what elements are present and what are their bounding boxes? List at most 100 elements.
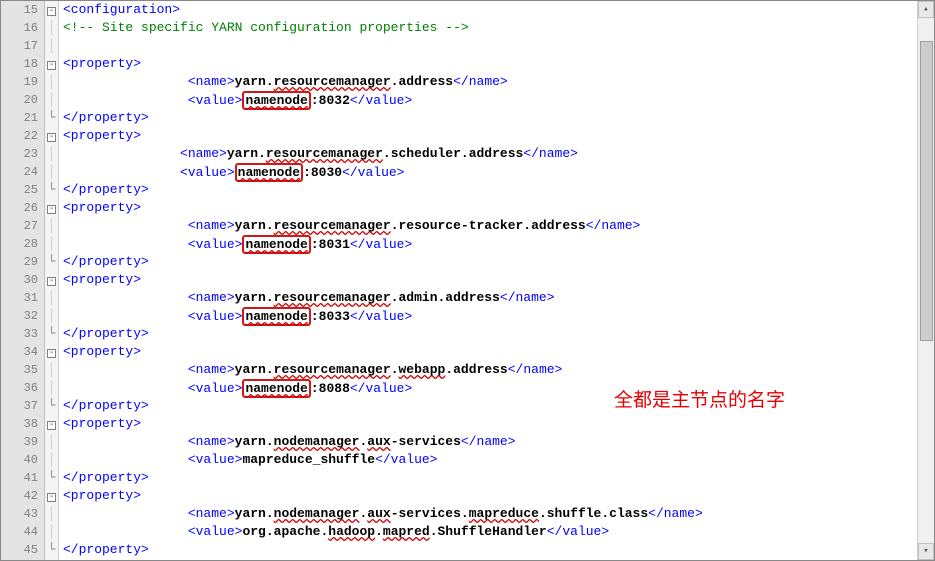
code-line[interactable] xyxy=(63,37,917,55)
fold-marker[interactable]: - xyxy=(45,199,58,217)
code-line[interactable]: <!-- Site specific YARN configuration pr… xyxy=(63,19,917,37)
vertical-scrollbar[interactable]: ▴ ▾ xyxy=(917,1,934,560)
fold-marker[interactable]: │ xyxy=(45,235,58,253)
line-number: 19 xyxy=(1,73,44,91)
code-line[interactable]: <value>namenode:8032</value> xyxy=(63,91,917,109)
scroll-down-button[interactable]: ▾ xyxy=(918,543,934,560)
fold-marker[interactable]: │ xyxy=(45,523,58,541)
line-number: 39 xyxy=(1,433,44,451)
fold-marker[interactable]: └ xyxy=(45,181,58,199)
code-line[interactable]: <value>namenode:8031</value> xyxy=(63,235,917,253)
scroll-up-button[interactable]: ▴ xyxy=(918,1,934,18)
fold-marker[interactable]: └ xyxy=(45,469,58,487)
fold-marker[interactable]: └ xyxy=(45,541,58,559)
code-line[interactable]: <property> xyxy=(63,343,917,361)
line-number: 21 xyxy=(1,109,44,127)
fold-marker[interactable]: │ xyxy=(45,379,58,397)
code-line[interactable]: <property> xyxy=(63,199,917,217)
line-number: 28 xyxy=(1,235,44,253)
fold-marker[interactable]: │ xyxy=(45,163,58,181)
fold-marker[interactable]: │ xyxy=(45,37,58,55)
code-line[interactable]: <value>namenode:8033</value> xyxy=(63,307,917,325)
line-number: 22 xyxy=(1,127,44,145)
line-number-gutter: 1516171819202122232425262728293031323334… xyxy=(1,1,45,560)
annotation-text: 全都是主节点的名字 xyxy=(614,385,785,412)
fold-marker[interactable]: │ xyxy=(45,433,58,451)
code-line[interactable]: </property> xyxy=(63,181,917,199)
line-number: 35 xyxy=(1,361,44,379)
line-number: 36 xyxy=(1,379,44,397)
code-area[interactable]: <configuration><!-- Site specific YARN c… xyxy=(59,1,917,560)
fold-marker[interactable]: └ xyxy=(45,109,58,127)
code-line[interactable]: </property> xyxy=(63,253,917,271)
code-line[interactable]: <name>yarn.resourcemanager.address</name… xyxy=(63,73,917,91)
code-line[interactable]: <name>yarn.resourcemanager.scheduler.add… xyxy=(63,145,917,163)
code-line[interactable]: </property> xyxy=(63,541,917,559)
fold-marker[interactable]: │ xyxy=(45,19,58,37)
line-number: 20 xyxy=(1,91,44,109)
fold-marker[interactable]: └ xyxy=(45,325,58,343)
fold-marker[interactable]: - xyxy=(45,415,58,433)
code-line[interactable]: </property> xyxy=(63,469,917,487)
code-line[interactable]: <name>yarn.resourcemanager.resource-trac… xyxy=(63,217,917,235)
fold-marker[interactable]: └ xyxy=(45,253,58,271)
code-line[interactable]: <value>namenode:8030</value> xyxy=(63,163,917,181)
line-number: 44 xyxy=(1,523,44,541)
fold-marker[interactable]: - xyxy=(45,127,58,145)
fold-marker[interactable]: - xyxy=(45,55,58,73)
code-line[interactable]: <configuration> xyxy=(63,1,917,19)
line-number: 18 xyxy=(1,55,44,73)
fold-marker[interactable]: │ xyxy=(45,505,58,523)
fold-marker[interactable]: - xyxy=(45,487,58,505)
line-number: 26 xyxy=(1,199,44,217)
code-line[interactable]: <name>yarn.nodemanager.aux-services</nam… xyxy=(63,433,917,451)
fold-marker[interactable]: - xyxy=(45,1,58,19)
code-line[interactable]: <property> xyxy=(63,271,917,289)
code-line[interactable]: <value>mapreduce_shuffle</value> xyxy=(63,451,917,469)
line-number: 42 xyxy=(1,487,44,505)
code-line[interactable]: <property> xyxy=(63,415,917,433)
line-number: 34 xyxy=(1,343,44,361)
code-line[interactable]: <name>yarn.resourcemanager.admin.address… xyxy=(63,289,917,307)
line-number: 24 xyxy=(1,163,44,181)
line-number: 16 xyxy=(1,19,44,37)
fold-marker[interactable]: │ xyxy=(45,217,58,235)
line-number: 27 xyxy=(1,217,44,235)
fold-marker[interactable]: - xyxy=(45,271,58,289)
code-line[interactable]: </property> xyxy=(63,397,917,415)
line-number: 33 xyxy=(1,325,44,343)
code-line[interactable]: <property> xyxy=(63,55,917,73)
line-number: 30 xyxy=(1,271,44,289)
fold-marker[interactable]: │ xyxy=(45,73,58,91)
fold-marker[interactable]: │ xyxy=(45,451,58,469)
code-line[interactable]: <value>namenode:8088</value> xyxy=(63,379,917,397)
line-number: 32 xyxy=(1,307,44,325)
code-line[interactable]: <name>yarn.nodemanager.aux-services.mapr… xyxy=(63,505,917,523)
fold-marker[interactable]: │ xyxy=(45,145,58,163)
line-number: 25 xyxy=(1,181,44,199)
fold-marker[interactable]: │ xyxy=(45,91,58,109)
code-line[interactable]: <name>yarn.resourcemanager.webapp.addres… xyxy=(63,361,917,379)
fold-marker[interactable]: │ xyxy=(45,361,58,379)
line-number: 38 xyxy=(1,415,44,433)
code-line[interactable]: </property> xyxy=(63,325,917,343)
fold-marker[interactable]: │ xyxy=(45,307,58,325)
line-number: 29 xyxy=(1,253,44,271)
fold-marker[interactable]: │ xyxy=(45,289,58,307)
line-number: 17 xyxy=(1,37,44,55)
line-number: 45 xyxy=(1,541,44,559)
code-line[interactable]: <property> xyxy=(63,487,917,505)
fold-marker[interactable]: └ xyxy=(45,397,58,415)
fold-column[interactable]: -││-││└-││└-││└-││└-││└-││└-││└ xyxy=(45,1,59,560)
line-number: 37 xyxy=(1,397,44,415)
line-number: 43 xyxy=(1,505,44,523)
code-line[interactable]: <value>org.apache.hadoop.mapred.ShuffleH… xyxy=(63,523,917,541)
code-line[interactable]: <property> xyxy=(63,127,917,145)
fold-marker[interactable]: - xyxy=(45,343,58,361)
code-line[interactable]: </property> xyxy=(63,109,917,127)
line-number: 15 xyxy=(1,1,44,19)
line-number: 40 xyxy=(1,451,44,469)
scroll-thumb[interactable] xyxy=(920,41,933,341)
code-editor: 1516171819202122232425262728293031323334… xyxy=(0,0,935,561)
line-number: 31 xyxy=(1,289,44,307)
